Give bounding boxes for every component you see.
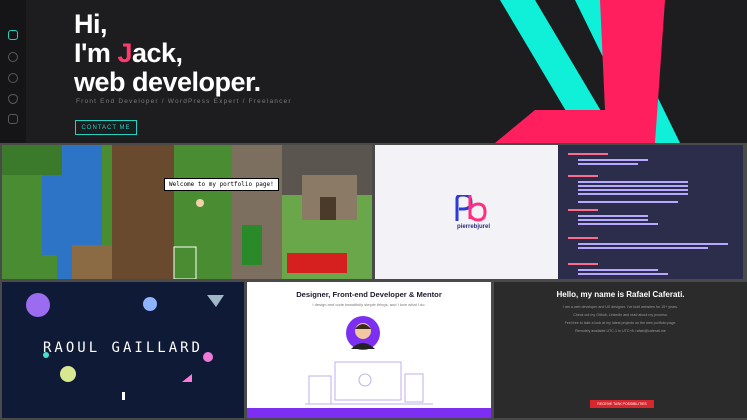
rafael-cta-button[interactable]: RECEIVE TASK POSSIBILITIES <box>590 400 654 408</box>
tagline: Front End Developer / WordPress Expert /… <box>76 98 292 105</box>
rafael-title: Hello, my name is Rafael Caferati. <box>556 290 685 299</box>
welcome-speech-bubble: Welcome to my portfolio page! <box>164 178 279 191</box>
sidebar <box>0 0 26 143</box>
rafael-intro-line-3: Feel free to take a look at my latest pr… <box>564 321 677 325</box>
rafael-intro-line-2: Check out my Github, Linkedin and read a… <box>573 313 668 317</box>
portfolio-tile-pb[interactable]: pierrebjurel <box>375 145 558 279</box>
code-editor <box>558 145 743 279</box>
rafael-intro-line-1: I am a web developer and UX designer. I'… <box>562 305 679 309</box>
pb-brand-name: pierrebjurel <box>457 224 491 230</box>
decorative-shape <box>495 0 680 143</box>
portfolio-tile-rafael[interactable]: Hello, my name is Rafael Caferati. I am … <box>494 282 747 418</box>
avatar <box>346 316 380 350</box>
portfolio-tile-code[interactable] <box>558 145 743 279</box>
game-scene <box>2 145 372 279</box>
designer-subtitle: I design and code beautifully simple thi… <box>312 302 426 307</box>
hero-heading: Hi, I'm Jack, web developer. <box>74 10 261 97</box>
footer-bar <box>247 408 491 418</box>
mail-icon[interactable] <box>8 114 18 124</box>
eye-icon[interactable] <box>8 94 18 104</box>
user-icon[interactable] <box>8 52 18 62</box>
raoul-name: RAOUL GAILLARD <box>42 340 203 356</box>
settings-icon[interactable] <box>8 73 18 83</box>
hero-line-2: I'm Jack, <box>74 38 183 68</box>
devices-illustration <box>305 361 433 405</box>
hero-line-1: Hi, <box>74 9 108 39</box>
portfolio-tile-designer[interactable]: Designer, Front-end Developer & Mentor I… <box>247 282 491 418</box>
portfolio-tile-game[interactable]: Welcome to my portfolio page! <box>2 145 372 279</box>
portfolio-tile-jack[interactable]: Hi, I'm Jack, web developer. Front End D… <box>0 0 747 143</box>
home-icon[interactable] <box>8 30 18 40</box>
portfolio-tile-raoul[interactable]: RAOUL GAILLARD <box>2 282 244 418</box>
rafael-intro-line-4: Remotely available UTC-1 to UTC+8: rafae… <box>575 329 666 333</box>
designer-title: Designer, Front-end Developer & Mentor <box>296 290 442 299</box>
contact-me-button[interactable]: CONTACT ME <box>75 120 137 135</box>
pb-logo-icon <box>455 195 487 222</box>
hero-line-3: web developer. <box>74 67 261 97</box>
